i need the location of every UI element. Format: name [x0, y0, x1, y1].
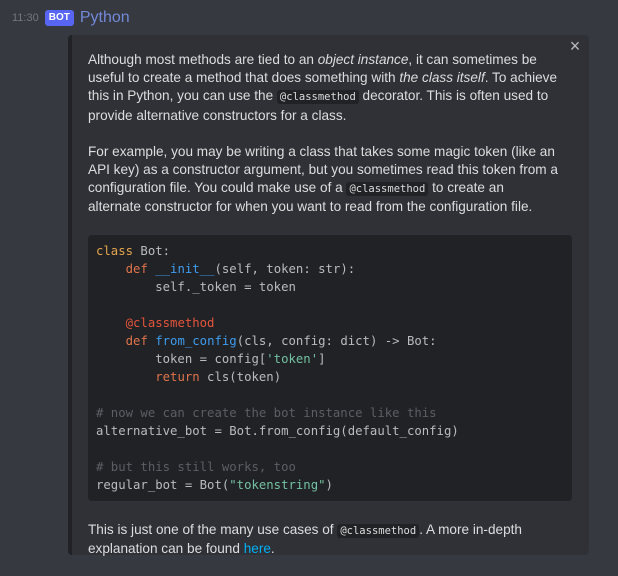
code-block: class Bot: def __init__(self, token: str… [88, 234, 572, 501]
paragraph-example: For example, you may be writing a class … [88, 143, 558, 215]
emphasis-object-instance: object instance [317, 52, 409, 67]
inline-code: @classmethod [337, 523, 420, 538]
here-link[interactable]: here [244, 541, 271, 556]
paragraph-intro: Although most methods are tied to an obj… [88, 52, 558, 123]
embed-body: Although most methods are tied to an obj… [88, 51, 572, 576]
timestamp: 11:30 [12, 12, 39, 24]
paragraph-closing: This is just one of the many use cases o… [88, 521, 522, 556]
message-header: 11:30 BOT Python [12, 8, 130, 28]
bot-tag: BOT [44, 10, 74, 26]
embed: × Although most methods are tied to an o… [68, 35, 589, 556]
author-name[interactable]: Python [80, 9, 130, 27]
inline-code: @classmethod [276, 90, 359, 105]
inline-code: @classmethod [346, 182, 429, 197]
emphasis-class-itself: the class itself [399, 70, 485, 86]
close-icon[interactable]: × [567, 37, 583, 55]
